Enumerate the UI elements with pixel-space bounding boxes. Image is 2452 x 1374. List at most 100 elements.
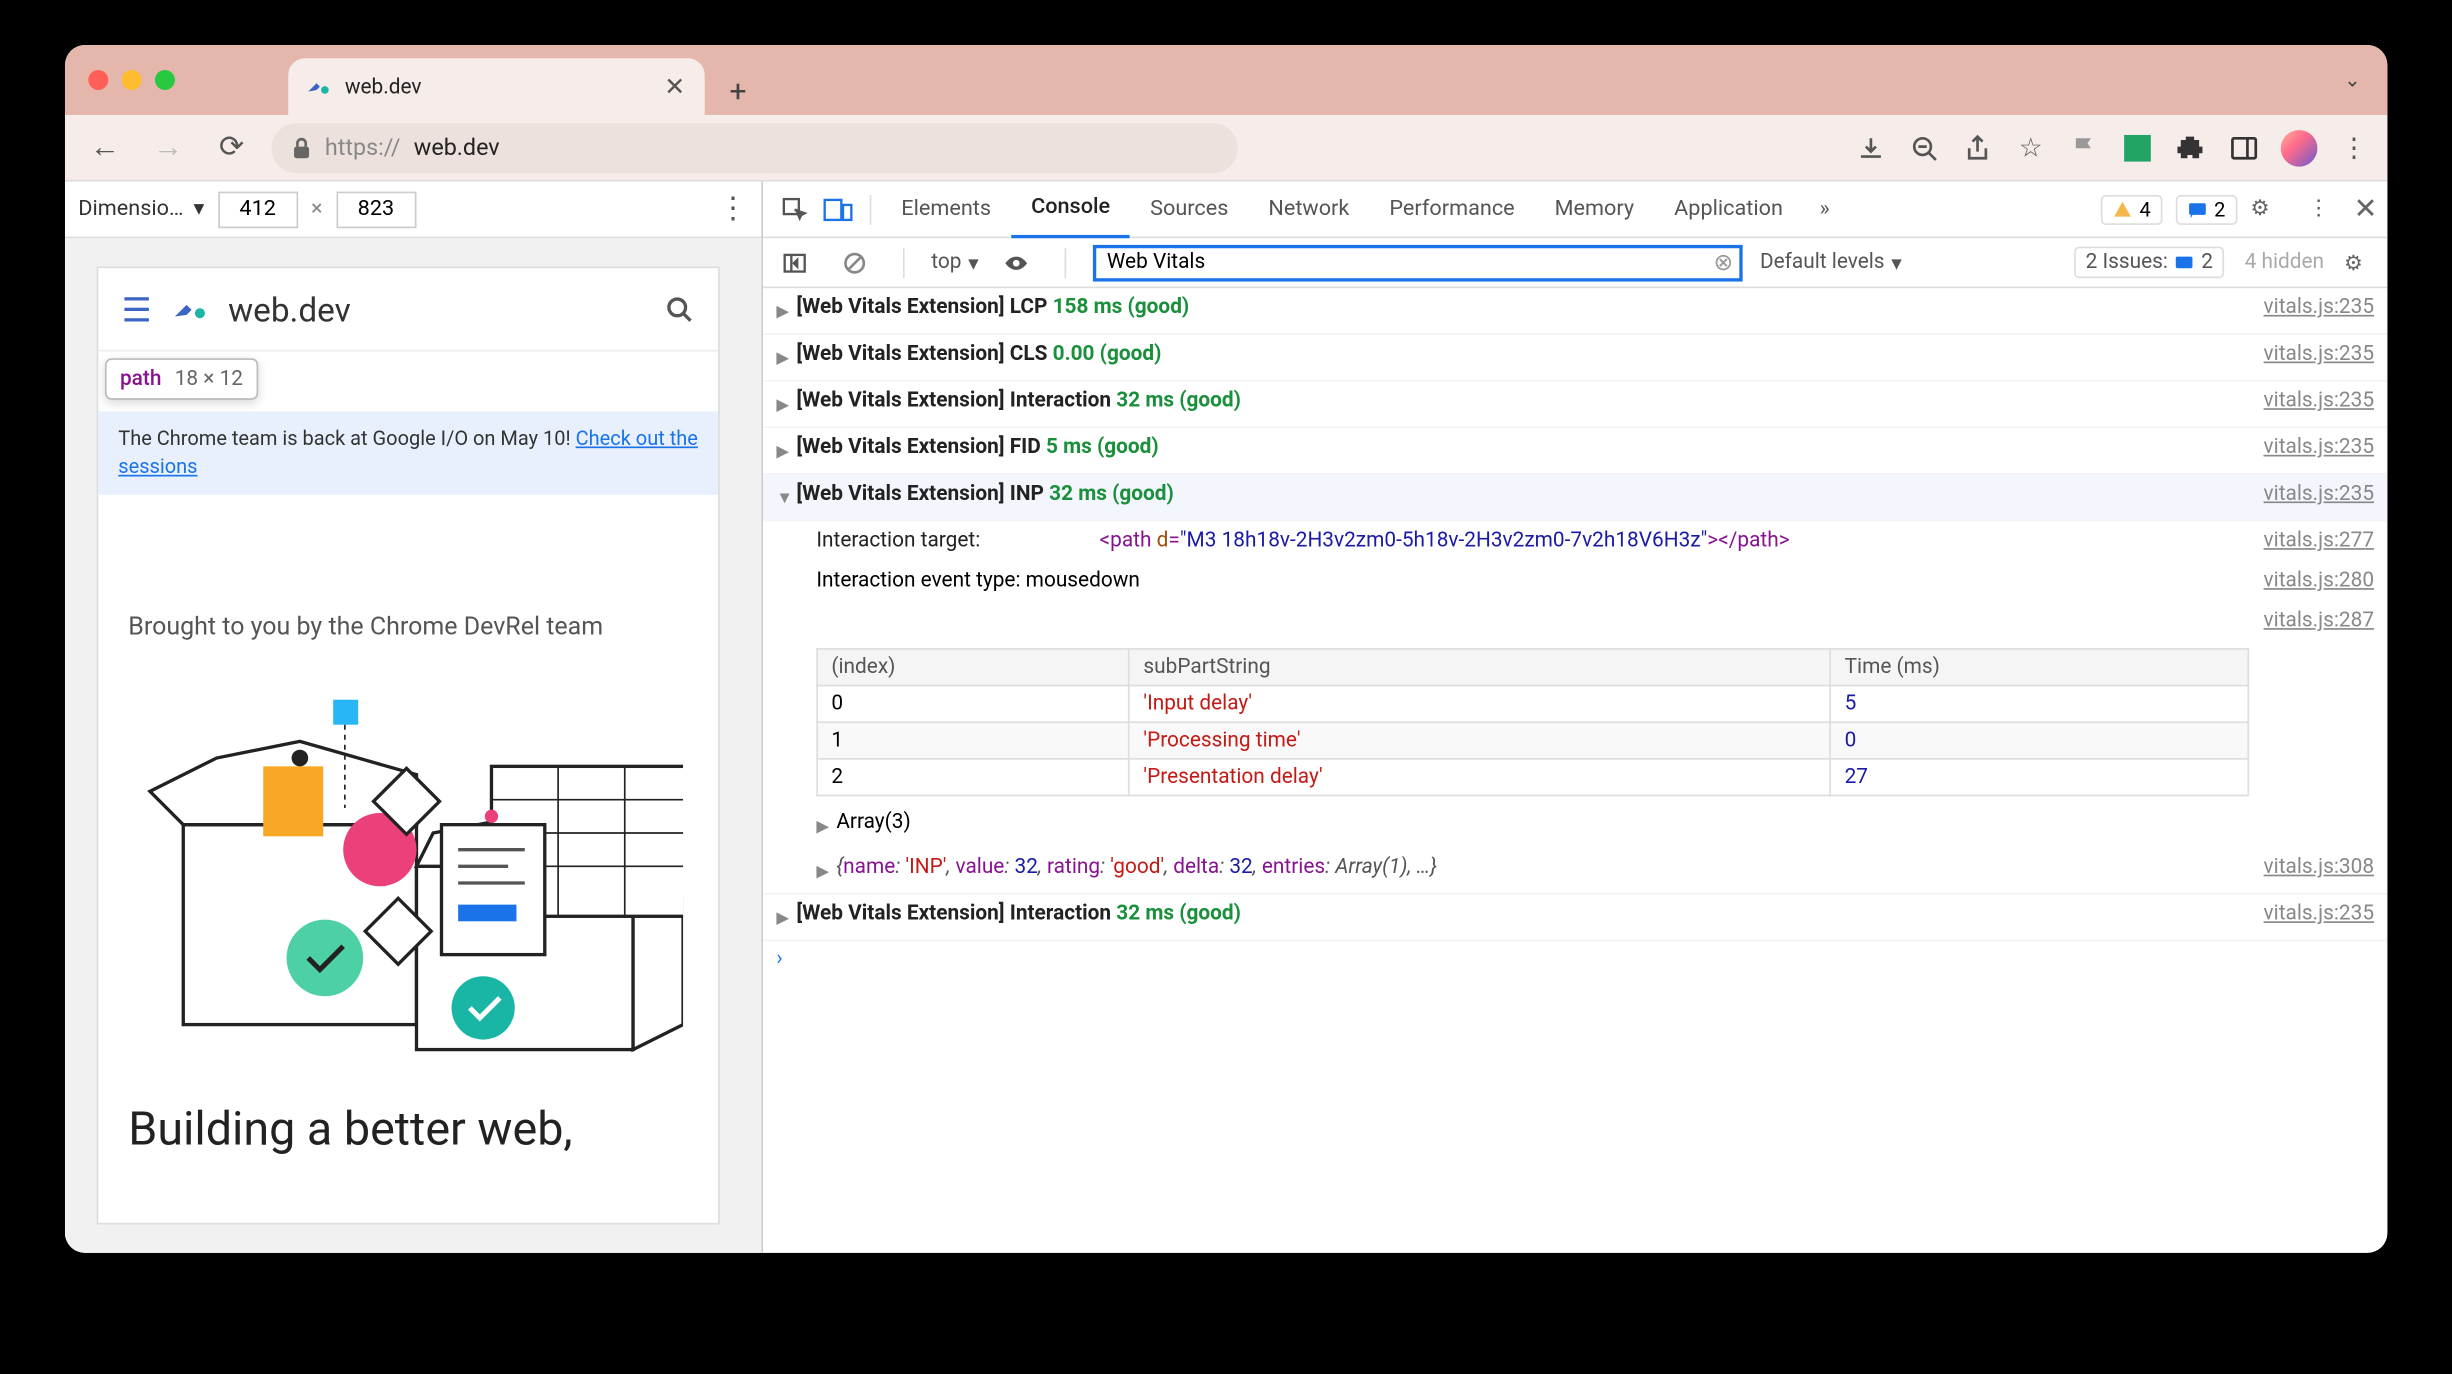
devtools-settings-icon[interactable]: ⚙ [2250, 197, 2283, 222]
warnings-badge[interactable]: 4 [2101, 194, 2162, 224]
titlebar: web.dev ✕ + ⌄ [65, 45, 2387, 115]
expand-icon[interactable]: ▶ [776, 338, 796, 376]
back-button[interactable]: ← [82, 124, 129, 171]
inp-detail: Interaction target: <path d="M3 18h18v-2… [763, 521, 2387, 894]
browser-window: web.dev ✕ + ⌄ ← → ⟳ https://web.dev ☆ ⋮ [65, 45, 2387, 1253]
minimize-window[interactable] [122, 70, 142, 90]
console-prompt[interactable]: › [763, 941, 2387, 976]
chrome-menu-icon[interactable]: ⋮ [2337, 131, 2370, 164]
tab-application[interactable]: Application [1654, 182, 1803, 238]
search-icon[interactable] [665, 294, 695, 324]
dimension-x: × [311, 197, 323, 222]
announcement-banner: The Chrome team is back at Google I/O on… [98, 412, 718, 495]
sidepanel-icon[interactable] [2227, 131, 2260, 164]
source-link[interactable]: vitals.js:280 [2244, 565, 2374, 598]
console-filter-input[interactable] [1094, 244, 1744, 281]
expand-icon[interactable]: ▶ [776, 898, 796, 936]
log-inp[interactable]: ▼ [Web Vitals Extension] INP 32 ms (good… [763, 475, 2387, 522]
source-link[interactable]: vitals.js:235 [2244, 898, 2374, 931]
source-link[interactable]: vitals.js:235 [2244, 385, 2374, 418]
reload-button[interactable]: ⟳ [208, 124, 255, 171]
expand-icon[interactable]: ▶ [776, 292, 796, 330]
toggle-sidebar-icon[interactable] [773, 241, 816, 284]
devtools-tabs: Elements Console Sources Network Perform… [763, 182, 2387, 239]
messages-badge[interactable]: 2 [2176, 194, 2237, 224]
clear-console-icon[interactable] [833, 241, 876, 284]
expand-icon[interactable]: ▶ [776, 431, 796, 469]
expand-icon[interactable]: ▶ [776, 385, 796, 423]
close-window[interactable] [88, 70, 108, 90]
dimensions-label: Dimensio… [78, 197, 183, 222]
collapse-icon[interactable]: ▼ [776, 478, 796, 516]
new-tab-button[interactable]: + [715, 68, 762, 115]
hidden-count: 4 hidden [2245, 250, 2324, 275]
source-link[interactable]: vitals.js:235 [2244, 431, 2374, 464]
downloads-icon[interactable] [1854, 131, 1887, 164]
browser-tab[interactable]: web.dev ✕ [288, 58, 705, 115]
width-input[interactable] [218, 191, 298, 228]
log-levels-select[interactable]: Default levels▾ [1760, 249, 1902, 276]
browser-toolbar: ← → ⟳ https://web.dev ☆ ⋮ [65, 115, 2387, 182]
tab-sources[interactable]: Sources [1130, 182, 1248, 238]
menu-icon[interactable]: ☰ [122, 289, 152, 329]
context-selector[interactable]: top▾ [931, 249, 978, 276]
table-source-line: vitals.js:287 [816, 601, 2387, 641]
log-interaction[interactable]: ▶ [Web Vitals Extension] Interaction 32 … [763, 382, 2387, 429]
clear-filter-icon[interactable]: ⊗ [1710, 249, 1737, 276]
profile-avatar[interactable] [2281, 129, 2318, 166]
live-expression-icon[interactable] [995, 241, 1038, 284]
tab-elements[interactable]: Elements [881, 182, 1011, 238]
hero-illustration [133, 674, 683, 1074]
console-toolbar: top▾ ⊗ Default levels▾ 2 Issues: 2 4 hid… [763, 238, 2387, 288]
extensions-icon[interactable] [2174, 131, 2207, 164]
devtools-menu-icon[interactable]: ⋮ [2297, 187, 2340, 230]
dimensions-bar: Dimensio… ▾ × ⋮ [65, 182, 761, 239]
share-icon[interactable] [1961, 131, 1994, 164]
issues-pill[interactable]: 2 Issues: 2 [2074, 247, 2225, 279]
device-canvas: ☰ web.dev path 18 × 12 The Chrome team i… [65, 238, 761, 1253]
console-settings-icon[interactable]: ⚙ [2344, 249, 2377, 276]
tab-performance[interactable]: Performance [1369, 182, 1534, 238]
dimensions-preset-select[interactable]: Dimensio… ▾ [78, 197, 204, 222]
log-fid[interactable]: ▶ [Web Vitals Extension] FID 5 ms (good)… [763, 428, 2387, 475]
source-link[interactable]: vitals.js:235 [2244, 478, 2374, 511]
height-input[interactable] [336, 191, 416, 228]
device-toggle-icon[interactable] [816, 187, 859, 230]
flag-icon[interactable] [2068, 131, 2101, 164]
devtools-close-icon[interactable]: ✕ [2354, 192, 2378, 225]
log-lcp[interactable]: ▶ [Web Vitals Extension] LCP 158 ms (goo… [763, 288, 2387, 335]
expand-icon[interactable]: ▶ [816, 851, 836, 889]
console-output: ▶ [Web Vitals Extension] LCP 158 ms (goo… [763, 288, 2387, 1253]
log-cls[interactable]: ▶ [Web Vitals Extension] CLS 0.00 (good)… [763, 335, 2387, 382]
maximize-window[interactable] [155, 70, 175, 90]
log-interaction-2[interactable]: ▶ [Web Vitals Extension] Interaction 32 … [763, 895, 2387, 942]
device-frame: ☰ web.dev path 18 × 12 The Chrome team i… [98, 268, 718, 1223]
table-row: 0'Input delay'5 [817, 686, 2248, 723]
expand-icon[interactable]: ▶ [816, 806, 836, 844]
bookmark-icon[interactable]: ☆ [2014, 131, 2047, 164]
tab-memory[interactable]: Memory [1535, 182, 1655, 238]
tabs-overflow-icon[interactable]: ⌄ [2344, 68, 2361, 91]
tab-network[interactable]: Network [1248, 182, 1369, 238]
tab-console[interactable]: Console [1011, 182, 1130, 238]
col-subpart: subPartString [1129, 649, 1830, 686]
source-link[interactable]: vitals.js:308 [2244, 851, 2374, 889]
tab-title: web.dev [345, 74, 648, 99]
source-link[interactable]: vitals.js:235 [2244, 292, 2374, 325]
source-link[interactable]: vitals.js:235 [2244, 338, 2374, 371]
array-footer[interactable]: ▶ Array(3) [816, 803, 2387, 848]
source-link[interactable]: vitals.js:287 [2244, 605, 2374, 638]
inspect-element-icon[interactable] [773, 187, 816, 230]
brand-logo-icon [171, 291, 208, 328]
extension-webvitals-icon[interactable] [2121, 131, 2154, 164]
address-bar[interactable]: https://web.dev [272, 122, 1238, 172]
favicon-icon [305, 73, 332, 100]
zoom-icon[interactable] [1908, 131, 1941, 164]
table-row: 1'Processing time'0 [817, 722, 2248, 759]
tabs-more-icon[interactable]: » [1803, 187, 1846, 230]
forward-button[interactable]: → [145, 124, 192, 171]
close-tab-icon[interactable]: ✕ [661, 73, 688, 100]
source-link[interactable]: vitals.js:277 [2244, 525, 2374, 558]
device-more-icon[interactable]: ⋮ [718, 192, 748, 227]
object-preview-line[interactable]: ▶ {name: 'INP', value: 32, rating: 'good… [816, 848, 2387, 893]
